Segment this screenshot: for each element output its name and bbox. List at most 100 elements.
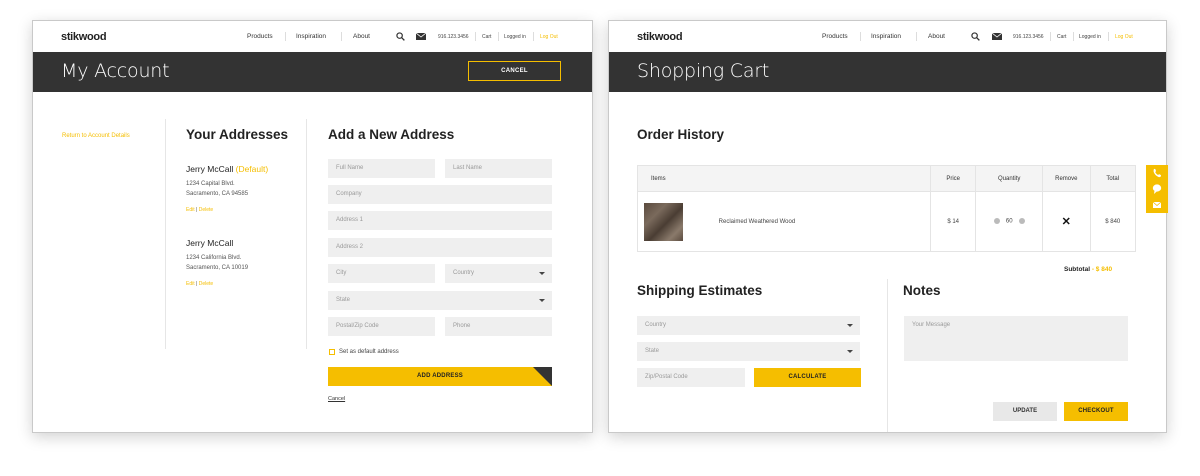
nav-products[interactable]: Products xyxy=(822,33,848,40)
nav-divider xyxy=(475,32,476,41)
checkout-button[interactable]: CHECKOUT xyxy=(1064,402,1128,421)
nav-about[interactable]: About xyxy=(353,33,370,40)
column-divider xyxy=(306,119,307,349)
default-checkbox-label: Set as default address xyxy=(339,349,399,355)
mail-icon xyxy=(1152,201,1162,208)
phone-number[interactable]: 916.123.3456 xyxy=(1013,34,1044,40)
logged-in-label: Logged in xyxy=(1079,34,1101,40)
last-name-field[interactable]: Last Name xyxy=(445,159,552,178)
chevron-down-icon xyxy=(847,324,853,327)
zip-field[interactable]: Postal/Zip Code xyxy=(328,317,435,336)
logo[interactable]: stikwood xyxy=(61,31,107,43)
country-select[interactable]: Country xyxy=(445,264,552,283)
update-button[interactable]: UPDATE xyxy=(993,402,1057,421)
nav-about[interactable]: About xyxy=(928,33,945,40)
page-title: Shopping Cart xyxy=(637,60,770,82)
delete-link[interactable]: Delete xyxy=(199,281,213,287)
page-header: Shopping Cart xyxy=(609,52,1166,92)
mail-icon[interactable] xyxy=(416,33,426,40)
product-name[interactable]: Reclaimed Weathered Wood xyxy=(719,219,796,225)
side-tab-mail[interactable] xyxy=(1146,197,1168,213)
nav-inspiration[interactable]: Inspiration xyxy=(296,33,326,40)
city-field[interactable]: City xyxy=(328,264,435,283)
price-cell: $ 14 xyxy=(929,191,977,252)
nav-cart[interactable]: Cart xyxy=(482,34,491,40)
product-thumbnail[interactable] xyxy=(644,202,683,241)
delete-link[interactable]: Delete xyxy=(199,207,213,213)
column-divider xyxy=(165,119,166,349)
first-name-field[interactable]: Full Name xyxy=(328,159,435,178)
cart-table: Items Price Quantity Remove Total Reclai… xyxy=(637,165,1137,252)
link-separator: | xyxy=(196,207,198,213)
nav-cart[interactable]: Cart xyxy=(1057,34,1066,40)
subtotal-value: $ 840 xyxy=(1095,266,1113,273)
quantity-value[interactable]: 60 xyxy=(1006,219,1013,225)
phone-icon xyxy=(1153,168,1162,178)
company-field[interactable]: Company xyxy=(328,185,552,204)
side-tab-chat[interactable] xyxy=(1146,181,1168,197)
page-header: My Account CANCEL xyxy=(33,52,592,92)
add-address-button[interactable]: ADD ADDRESS xyxy=(328,367,552,386)
calculate-button[interactable]: CALCULATE xyxy=(754,368,861,387)
shipping-country-select[interactable]: Country xyxy=(637,316,860,335)
shipping-state-select[interactable]: State xyxy=(637,342,860,361)
address-line-2: Sacramento, CA 10019 xyxy=(186,265,249,271)
side-tab-phone[interactable] xyxy=(1146,165,1168,181)
country-select-value: Country xyxy=(453,270,475,276)
edit-link[interactable]: Edit xyxy=(186,281,195,287)
column-header-quantity: Quantity xyxy=(975,165,1044,192)
address-line-1: 1234 California Blvd. xyxy=(186,255,242,261)
item-cell: Reclaimed Weathered Wood xyxy=(637,191,931,252)
total-cell: $ 840 xyxy=(1089,191,1137,252)
link-separator: | xyxy=(196,281,198,287)
column-header-items: Items xyxy=(637,165,931,192)
address-actions: Edit | Delete xyxy=(186,207,213,213)
logo[interactable]: stikwood xyxy=(637,31,683,43)
top-nav: stikwood Products Inspiration About 916.… xyxy=(609,21,1166,52)
nav-divider xyxy=(1050,32,1051,41)
default-badge: (Default) xyxy=(235,164,269,174)
page-title: My Account xyxy=(61,60,170,82)
return-to-account-link[interactable]: Return to Account Details xyxy=(62,133,130,139)
logged-in-label: Logged in xyxy=(504,34,526,40)
nav-divider xyxy=(341,32,342,41)
chevron-down-icon xyxy=(539,299,545,302)
nav-divider xyxy=(533,32,534,41)
logout-link[interactable]: Log Out xyxy=(540,34,558,40)
state-select-value: State xyxy=(645,348,660,354)
mail-icon[interactable] xyxy=(992,33,1002,40)
default-checkbox[interactable] xyxy=(329,349,335,355)
phone-number[interactable]: 916.123.3456 xyxy=(438,34,469,40)
subtotal: Subtotal - $ 840 xyxy=(1064,266,1112,273)
phone-field[interactable]: Phone xyxy=(445,317,552,336)
decrement-icon[interactable] xyxy=(993,218,1000,225)
nav-divider xyxy=(860,32,861,41)
nav-inspiration[interactable]: Inspiration xyxy=(871,33,901,40)
subtotal-separator: - xyxy=(1091,266,1094,273)
edit-link[interactable]: Edit xyxy=(186,207,195,213)
remove-icon[interactable]: ✕ xyxy=(1042,191,1091,252)
chevron-down-icon xyxy=(847,350,853,353)
nav-divider xyxy=(498,32,499,41)
top-nav: stikwood Products Inspiration About 916.… xyxy=(33,21,592,52)
country-select-value: Country xyxy=(645,322,667,328)
chevron-down-icon xyxy=(539,272,545,275)
address-line-1: 1234 Capital Blvd. xyxy=(186,181,235,187)
notes-textarea[interactable]: Your Message xyxy=(904,316,1128,361)
increment-icon[interactable] xyxy=(1018,218,1025,225)
address2-field[interactable]: Address 2 xyxy=(328,238,552,257)
nav-divider xyxy=(916,32,917,41)
shipping-zip-field[interactable]: Zip/Postal Code xyxy=(637,368,745,387)
search-icon[interactable] xyxy=(396,32,405,41)
add-address-label: ADD ADDRESS xyxy=(417,373,463,379)
logout-link[interactable]: Log Out xyxy=(1115,34,1133,40)
address1-field[interactable]: Address 1 xyxy=(328,211,552,230)
nav-products[interactable]: Products xyxy=(247,33,273,40)
nav-divider xyxy=(285,32,286,41)
cancel-link[interactable]: Cancel xyxy=(328,394,345,404)
subtotal-label: Subtotal xyxy=(1064,266,1090,273)
search-icon[interactable] xyxy=(971,32,980,41)
cancel-button[interactable]: CANCEL xyxy=(468,61,561,81)
order-history-heading: Order History xyxy=(637,127,725,142)
state-select[interactable]: State xyxy=(328,291,552,310)
